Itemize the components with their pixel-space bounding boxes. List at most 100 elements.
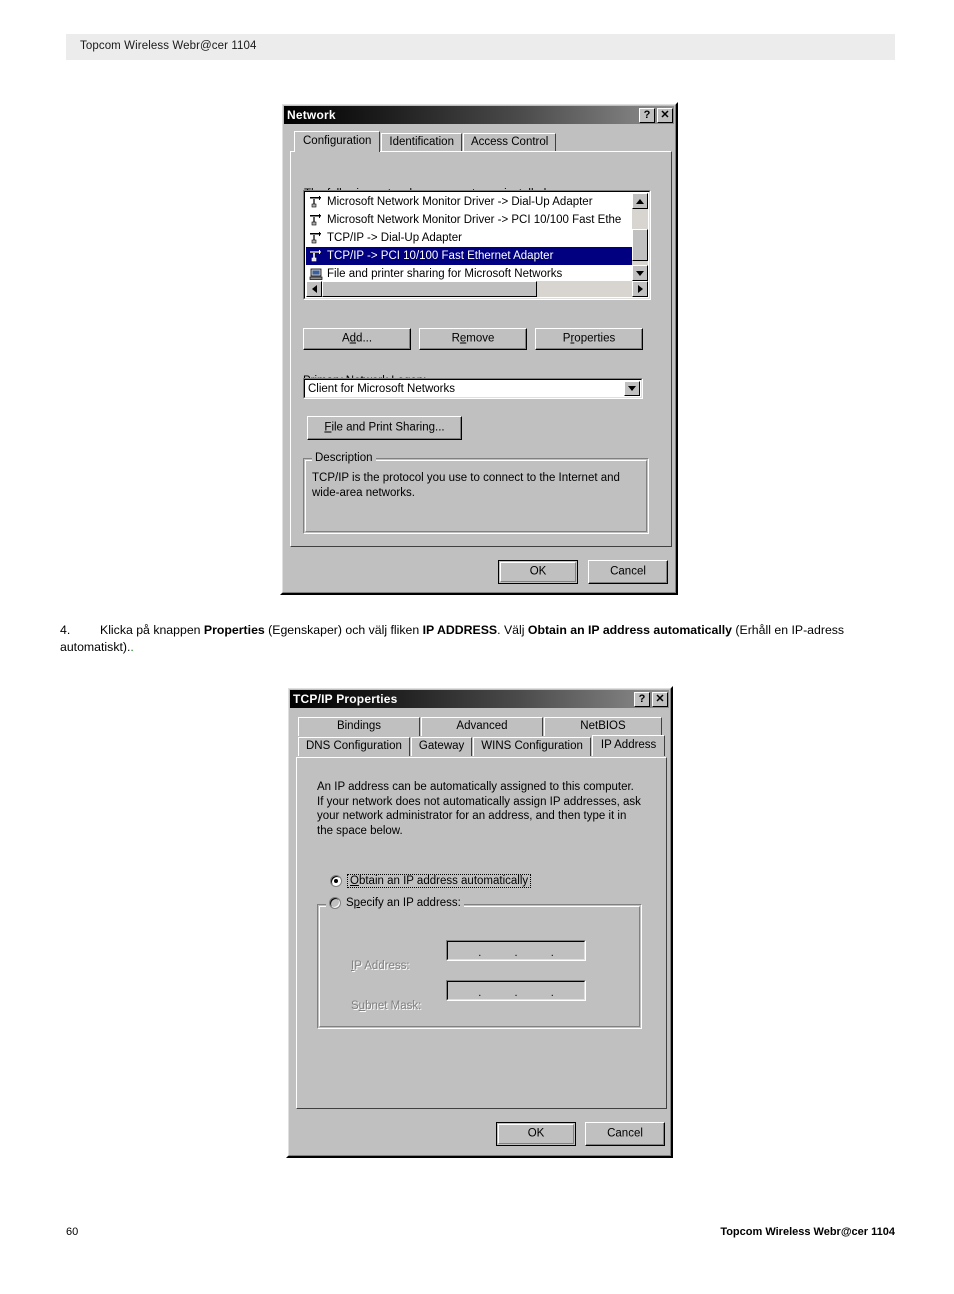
network-dialog-titlebar[interactable]: Network ? ✕ xyxy=(284,106,674,124)
instruction-body: Klicka på knappen Properties (Egenskaper… xyxy=(60,623,844,654)
tab-access-control-label: Access Control xyxy=(470,136,549,148)
ip-octet-1[interactable] xyxy=(447,941,476,960)
subnet-octet-4[interactable] xyxy=(556,981,585,1000)
properties-button[interactable]: Properties xyxy=(535,328,643,350)
obtain-ip-automatically-radio-row[interactable]: Obtain an IP address automatically xyxy=(330,874,532,888)
scroll-left-button[interactable] xyxy=(306,281,322,297)
tab-dns-configuration[interactable]: DNS Configuration xyxy=(298,737,410,756)
tcpip-tabstrip-row1: Bindings Advanced NetBIOS xyxy=(298,717,663,736)
instruction-bold-properties: Properties xyxy=(203,623,265,637)
description-text: TCP/IP is the protocol you use to connec… xyxy=(312,472,620,499)
list-item-selected[interactable]: TCP/IP -> PCI 10/100 Fast Ethernet Adapt… xyxy=(306,247,632,265)
add-pre: A xyxy=(341,332,350,345)
remove-pre: R xyxy=(451,332,460,345)
subnet-octet-1[interactable] xyxy=(447,981,476,1000)
subnet-octet-3[interactable] xyxy=(520,981,549,1000)
network-ok-button[interactable]: OK xyxy=(498,560,578,584)
tcpip-ok-label: OK xyxy=(527,1127,545,1140)
add-button[interactable]: Add... xyxy=(303,328,411,350)
chevron-down-icon xyxy=(636,270,644,276)
file-and-print-sharing-button[interactable]: File and Print Sharing... xyxy=(307,416,462,440)
tcpip-tabstrip-row2: DNS Configuration Gateway WINS Configura… xyxy=(298,735,666,756)
primary-logon-combobox[interactable]: Client for Microsoft Networks xyxy=(303,378,643,399)
description-groupbox-title: Description xyxy=(312,452,376,465)
list-item[interactable]: Microsoft Network Monitor Driver -> PCI … xyxy=(306,211,632,229)
network-cancel-label: Cancel xyxy=(610,565,646,578)
footer-title: Topcom Wireless Webr@cer 1104 xyxy=(720,1226,895,1238)
subnet-octet-2[interactable] xyxy=(483,981,512,1000)
close-icon[interactable]: ✕ xyxy=(652,691,668,707)
network-protocol-icon xyxy=(309,231,324,245)
fps-post: ile and Print Sharing... xyxy=(331,421,445,434)
close-icon[interactable]: ✕ xyxy=(657,107,673,123)
ip-address-field-label: IP Address: xyxy=(351,944,410,974)
remove-post: move xyxy=(466,332,495,345)
hscroll-thumb[interactable] xyxy=(322,281,537,297)
description-groupbox: Description TCP/IP is the protocol you u… xyxy=(303,452,649,534)
ip-label-post: P Address: xyxy=(354,960,410,972)
tab-identification-label: Identification xyxy=(389,136,454,148)
help-icon[interactable]: ? xyxy=(634,691,650,707)
remove-button[interactable]: Remove xyxy=(419,328,527,350)
specify-post: ecify an IP address: xyxy=(360,897,461,909)
ip-octet-3[interactable] xyxy=(520,941,549,960)
network-protocol-icon xyxy=(309,195,324,209)
tab-gateway[interactable]: Gateway xyxy=(410,737,473,756)
chevron-right-icon xyxy=(637,285,643,293)
tab-bindings[interactable]: Bindings xyxy=(298,717,420,736)
list-item[interactable]: Microsoft Network Monitor Driver -> Dial… xyxy=(306,193,632,211)
ip-octet-4[interactable] xyxy=(556,941,585,960)
combo-dropdown-button[interactable] xyxy=(624,381,640,396)
chevron-up-icon xyxy=(636,198,644,204)
tab-dns-label: DNS Configuration xyxy=(306,740,402,752)
tab-wins-configuration[interactable]: WINS Configuration xyxy=(473,737,591,756)
tab-gateway-label: Gateway xyxy=(418,740,465,752)
scroll-up-button[interactable] xyxy=(632,193,648,209)
ip-address-input[interactable]: . . . xyxy=(446,940,586,961)
obtain-ip-radio[interactable] xyxy=(330,875,342,887)
props-post: operties xyxy=(574,332,616,345)
instruction-part3: . Välj xyxy=(497,623,528,637)
tab-ip-address[interactable]: IP Address xyxy=(591,735,666,756)
tab-access-control[interactable]: Access Control xyxy=(462,133,557,152)
specify-ip-radio[interactable] xyxy=(329,897,341,909)
network-dialog-title: Network xyxy=(287,108,336,122)
add-post: d... xyxy=(356,332,373,345)
listbox-items: Microsoft Network Monitor Driver -> Dial… xyxy=(306,193,632,283)
list-item-label: TCP/IP -> PCI 10/100 Fast Ethernet Adapt… xyxy=(327,250,554,262)
tcpip-dialog-titlebar[interactable]: TCP/IP Properties ? ✕ xyxy=(290,690,669,708)
subnet-mask-input[interactable]: . . . xyxy=(446,980,586,1001)
listbox-horizontal-scrollbar[interactable] xyxy=(306,281,648,297)
help-icon[interactable]: ? xyxy=(639,107,655,123)
tab-identification[interactable]: Identification xyxy=(381,133,462,152)
configuration-tab-panel: The following network components are ins… xyxy=(290,151,672,547)
network-protocol-icon xyxy=(309,249,324,263)
ip-octet-2[interactable] xyxy=(483,941,512,960)
network-components-listbox[interactable]: Microsoft Network Monitor Driver -> Dial… xyxy=(303,190,651,300)
network-dialog: Network ? ✕ Configuration Identification… xyxy=(280,102,678,595)
tab-configuration-label: Configuration xyxy=(303,135,372,147)
tcpip-cancel-button[interactable]: Cancel xyxy=(585,1122,665,1146)
network-ok-label: OK xyxy=(529,565,547,578)
network-cancel-button[interactable]: Cancel xyxy=(588,560,668,584)
tab-configuration[interactable]: Configuration xyxy=(294,131,381,152)
network-tabstrip: Configuration Identification Access Cont… xyxy=(294,131,557,152)
subnet-label-post: bnet Mask: xyxy=(365,1000,422,1012)
network-protocol-icon xyxy=(309,213,324,227)
scroll-right-button[interactable] xyxy=(632,281,648,297)
titlebar-buttons: ? ✕ xyxy=(634,691,668,707)
file-printer-sharing-icon xyxy=(309,267,324,281)
subnet-label-pre: S xyxy=(351,1000,359,1012)
tab-bindings-label: Bindings xyxy=(336,720,382,732)
list-item-label: Microsoft Network Monitor Driver -> PCI … xyxy=(327,214,622,226)
list-item[interactable]: TCP/IP -> Dial-Up Adapter xyxy=(306,229,632,247)
page-header-band: Topcom Wireless Webr@cer 1104 xyxy=(66,34,895,60)
tab-netbios[interactable]: NetBIOS xyxy=(544,717,662,736)
instruction-part1: Klicka på knappen xyxy=(100,623,204,637)
tcpip-ok-button[interactable]: OK xyxy=(496,1122,576,1146)
scroll-down-button[interactable] xyxy=(632,265,648,281)
listbox-vertical-scrollbar[interactable] xyxy=(632,193,648,281)
tab-advanced[interactable]: Advanced xyxy=(421,717,543,736)
specify-ip-radio-row[interactable]: Specify an IP address: xyxy=(326,897,464,909)
vscroll-thumb[interactable] xyxy=(632,229,648,261)
